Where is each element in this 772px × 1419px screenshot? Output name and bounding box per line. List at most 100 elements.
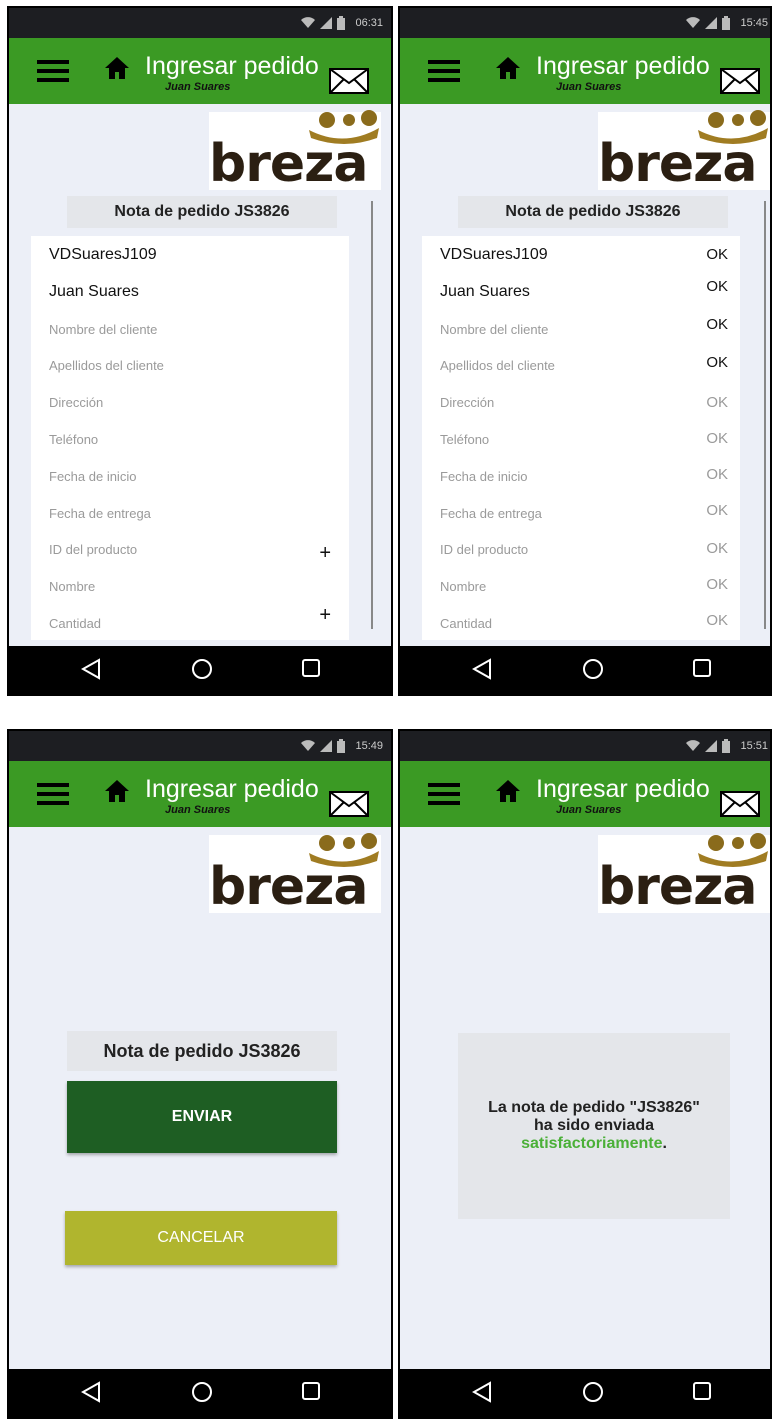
nav-bar — [9, 646, 391, 694]
start-date-field[interactable]: Fecha de inicio — [440, 469, 527, 484]
battery-icon — [722, 16, 730, 30]
phone-field[interactable]: Teléfono — [49, 432, 98, 447]
ok-indicator: OK — [706, 540, 728, 557]
back-icon[interactable] — [472, 1381, 492, 1403]
phone-screen-1: 06:31 Ingresar pedido Juan Suares breza … — [7, 6, 393, 696]
seller-name-field[interactable]: Juan Suares — [49, 283, 139, 301]
home-circle-icon[interactable] — [191, 658, 213, 680]
app-bar: Ingresar pedido Juan Suares — [9, 761, 391, 827]
wifi-icon — [301, 17, 315, 28]
quantity-field[interactable]: Cantidad — [440, 616, 492, 631]
user-name: Juan Suares — [556, 81, 622, 93]
home-circle-icon[interactable] — [191, 1381, 213, 1403]
status-time: 06:31 — [355, 17, 383, 29]
client-name-field[interactable]: Nombre del cliente — [49, 322, 157, 337]
back-icon[interactable] — [81, 1381, 101, 1403]
client-name-field[interactable]: Nombre del cliente — [440, 322, 548, 337]
ok-indicator: OK — [706, 394, 728, 411]
add-quantity-button[interactable]: + — [319, 604, 331, 627]
seller-name-field[interactable]: Juan Suares — [440, 283, 530, 301]
status-bar: 15:45 — [400, 8, 770, 38]
home-circle-icon[interactable] — [582, 658, 604, 680]
brand-logo: breza — [598, 110, 770, 194]
app-bar: Ingresar pedido Juan Suares — [9, 38, 391, 104]
cancel-button[interactable]: CANCELAR — [65, 1211, 337, 1265]
menu-icon[interactable] — [37, 783, 69, 805]
confirmation-line-2: ha sido enviada — [533, 1117, 655, 1134]
page-title: Ingresar pedido — [145, 775, 319, 803]
phone-screen-2: 15:45 Ingresar pedido Juan Suares breza … — [398, 6, 772, 696]
recents-icon[interactable] — [692, 658, 712, 678]
delivery-date-field[interactable]: Fecha de entrega — [49, 506, 151, 521]
brand-wordmark: breza — [209, 857, 368, 917]
ok-indicator: OK — [706, 466, 728, 483]
home-circle-icon[interactable] — [582, 1381, 604, 1403]
brand-logo: breza — [209, 110, 381, 194]
seller-id-field[interactable]: VDSuaresJ109 — [440, 246, 548, 264]
mail-icon[interactable] — [329, 791, 369, 817]
wifi-icon — [686, 740, 700, 751]
address-field[interactable]: Dirección — [49, 395, 103, 410]
menu-icon[interactable] — [37, 60, 69, 82]
phone-field[interactable]: Teléfono — [440, 432, 489, 447]
back-icon[interactable] — [472, 658, 492, 680]
status-time: 15:45 — [740, 17, 768, 29]
delivery-date-field[interactable]: Fecha de entrega — [440, 506, 542, 521]
start-date-field[interactable]: Fecha de inicio — [49, 469, 136, 484]
product-name-field[interactable]: Nombre — [49, 579, 95, 594]
confirmation-line-1: La nota de pedido "JS3826" — [488, 1099, 700, 1116]
mail-icon[interactable] — [720, 68, 760, 94]
page-title: Ingresar pedido — [536, 52, 710, 80]
signal-icon — [320, 740, 332, 752]
phone-screen-4: 15:51 Ingresar pedido Juan Suares breza … — [398, 729, 772, 1419]
status-bar: 15:49 — [9, 731, 391, 761]
address-field[interactable]: Dirección — [440, 395, 494, 410]
status-bar: 15:51 — [400, 731, 770, 761]
ok-indicator: OK — [706, 316, 728, 333]
app-bar: Ingresar pedido Juan Suares — [400, 38, 770, 104]
back-icon[interactable] — [81, 658, 101, 680]
success-word: satisfactoriamente — [521, 1135, 663, 1152]
confirmation-period: . — [662, 1135, 667, 1152]
ok-indicator: OK — [706, 612, 728, 629]
home-icon[interactable] — [104, 55, 130, 81]
status-bar: 06:31 — [9, 8, 391, 38]
status-time: 15:51 — [740, 740, 768, 752]
menu-icon[interactable] — [428, 60, 460, 82]
product-id-field[interactable]: ID del producto — [440, 542, 528, 557]
recents-icon[interactable] — [301, 658, 321, 678]
scrollbar[interactable] — [764, 201, 766, 629]
recents-icon[interactable] — [301, 1381, 321, 1401]
menu-icon[interactable] — [428, 783, 460, 805]
brand-wordmark: breza — [598, 857, 757, 917]
recents-icon[interactable] — [692, 1381, 712, 1401]
order-note-title: Nota de pedido JS3826 — [67, 1031, 337, 1071]
signal-icon — [320, 17, 332, 29]
user-name: Juan Suares — [165, 804, 231, 816]
client-surname-field[interactable]: Apellidos del cliente — [49, 358, 164, 373]
ok-indicator: OK — [706, 246, 728, 263]
nav-bar — [400, 1369, 770, 1417]
nav-bar — [9, 1369, 391, 1417]
client-surname-field[interactable]: Apellidos del cliente — [440, 358, 555, 373]
add-product-button[interactable]: + — [319, 542, 331, 565]
mail-icon[interactable] — [329, 68, 369, 94]
nav-bar — [400, 646, 770, 694]
ok-indicator: OK — [706, 430, 728, 447]
brand-logo: breza — [598, 833, 770, 917]
product-name-field[interactable]: Nombre — [440, 579, 486, 594]
quantity-field[interactable]: Cantidad — [49, 616, 101, 631]
product-id-field[interactable]: ID del producto — [49, 542, 137, 557]
ok-indicator: OK — [706, 502, 728, 519]
home-icon[interactable] — [104, 778, 130, 804]
wifi-icon — [301, 740, 315, 751]
send-button[interactable]: ENVIAR — [67, 1081, 337, 1153]
user-name: Juan Suares — [556, 804, 622, 816]
scrollbar[interactable] — [371, 201, 373, 629]
mail-icon[interactable] — [720, 791, 760, 817]
home-icon[interactable] — [495, 55, 521, 81]
seller-id-field[interactable]: VDSuaresJ109 — [49, 246, 157, 264]
user-name: Juan Suares — [165, 81, 231, 93]
home-icon[interactable] — [495, 778, 521, 804]
ok-indicator: OK — [706, 576, 728, 593]
